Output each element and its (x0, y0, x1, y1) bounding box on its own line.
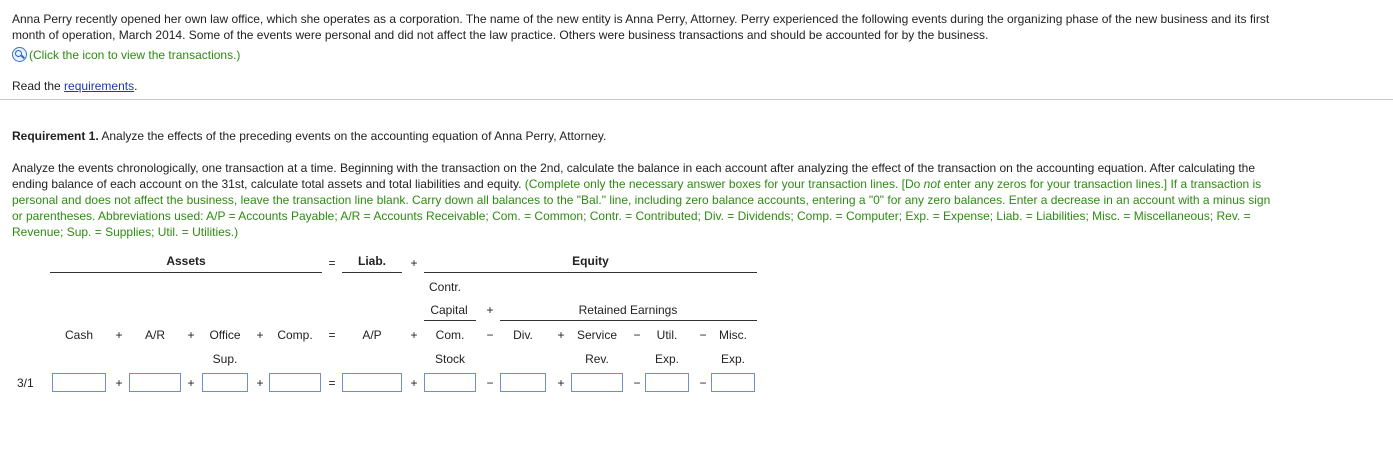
sub-stock: Stock (434, 352, 465, 366)
office-sup-input[interactable] (202, 373, 248, 392)
read-suffix: . (134, 79, 138, 93)
op-plus-4: + (410, 328, 418, 342)
row-op-minus-3: − (699, 376, 707, 390)
equity-underline (424, 272, 757, 273)
util-exp-input[interactable] (645, 373, 689, 392)
intro-line-1: Anna Perry recently opened her own law o… (12, 12, 1270, 26)
intro-line-2: month of operation, March 2014. Some of … (12, 28, 989, 42)
cash-input[interactable] (52, 373, 106, 392)
retained-underline (500, 320, 757, 321)
requirement-title: Requirement 1. (12, 129, 99, 143)
read-requirements-row: Read the requirements. (12, 78, 137, 94)
requirement-text: Analyze the effects of the preceding eve… (98, 129, 607, 143)
service-rev-input[interactable] (571, 373, 623, 392)
capital-label: Capital (430, 303, 468, 317)
contr-label: Contr. (428, 280, 461, 294)
assets-header: Assets (166, 254, 206, 268)
read-prefix: Read the (12, 79, 65, 93)
op-minus-1: − (486, 328, 494, 342)
col-misc: Misc. (719, 328, 747, 342)
instructions-not: not (923, 177, 941, 191)
liab-underline (342, 272, 402, 273)
liab-header: Liab. (357, 254, 386, 268)
col-ar: A/R (144, 328, 165, 342)
capital-underline (424, 320, 476, 321)
op-equals: = (328, 328, 336, 342)
sub-exp-util: Exp. (654, 352, 679, 366)
section-divider (0, 99, 1393, 100)
ar-input[interactable] (129, 373, 181, 392)
instructions-line-2: ending balance of each account on the 31… (12, 176, 1261, 192)
col-comp: Comp. (277, 328, 313, 342)
header-equals: = (328, 256, 336, 270)
instructions-line-1: Analyze the events chronologically, one … (12, 161, 1256, 175)
equity-header: Equity (572, 254, 609, 268)
instructions-line-2-green: (Complete only the necessary answer boxe… (524, 177, 924, 191)
op-minus-2: − (633, 328, 641, 342)
sub-rev: Rev. (585, 352, 609, 366)
header-plus: + (410, 256, 418, 270)
magnifier-icon[interactable] (12, 47, 27, 62)
col-div: Div. (513, 328, 533, 342)
capital-plus: + (486, 303, 494, 317)
instructions-line-4: or parentheses. Abbreviations used: A/P … (12, 209, 1251, 223)
row-op-plus-5: + (557, 376, 565, 390)
instructions-line-2-green-b: enter any zeros for your transaction lin… (940, 177, 1262, 191)
instructions-line-5: Revenue; Sup. = Supplies; Util. = Utilit… (12, 225, 239, 239)
row-label-3-1: 3/1 (17, 376, 34, 390)
op-plus-3: + (256, 328, 264, 342)
row-op-plus-4: + (410, 376, 418, 390)
view-transactions-text[interactable]: (Click the icon to view the transactions… (29, 48, 240, 62)
retained-earnings-label: Retained Earnings (578, 303, 678, 317)
col-cash: Cash (64, 328, 93, 342)
op-minus-3: − (699, 328, 707, 342)
row-op-minus-1: − (486, 376, 494, 390)
op-plus-5: + (557, 328, 565, 342)
op-plus-2: + (187, 328, 195, 342)
misc-exp-input[interactable] (711, 373, 755, 392)
view-transactions-row: (Click the icon to view the transactions… (12, 47, 240, 63)
op-plus-1: + (115, 328, 123, 342)
col-ap: A/P (362, 328, 382, 342)
row-op-equals: = (328, 376, 336, 390)
sub-exp-misc: Exp. (720, 352, 745, 366)
com-stock-input[interactable] (424, 373, 476, 392)
comp-input[interactable] (269, 373, 321, 392)
instructions-line-3: personal and does not affect the busines… (12, 193, 1271, 207)
ap-input[interactable] (342, 373, 402, 392)
row-op-minus-2: − (633, 376, 641, 390)
col-util: Util. (656, 328, 678, 342)
col-com: Com. (435, 328, 465, 342)
instructions-line-2-black: ending balance of each account on the 31… (12, 177, 525, 191)
row-op-plus-3: + (256, 376, 264, 390)
row-op-plus-1: + (115, 376, 123, 390)
requirement-heading: Requirement 1. Analyze the effects of th… (12, 128, 606, 144)
assets-underline (50, 272, 322, 273)
sub-sup: Sup. (212, 352, 238, 366)
div-input[interactable] (500, 373, 546, 392)
row-op-plus-2: + (187, 376, 195, 390)
col-office: Office (209, 328, 241, 342)
requirements-link[interactable]: requirements (64, 79, 134, 93)
col-service: Service (576, 328, 617, 342)
